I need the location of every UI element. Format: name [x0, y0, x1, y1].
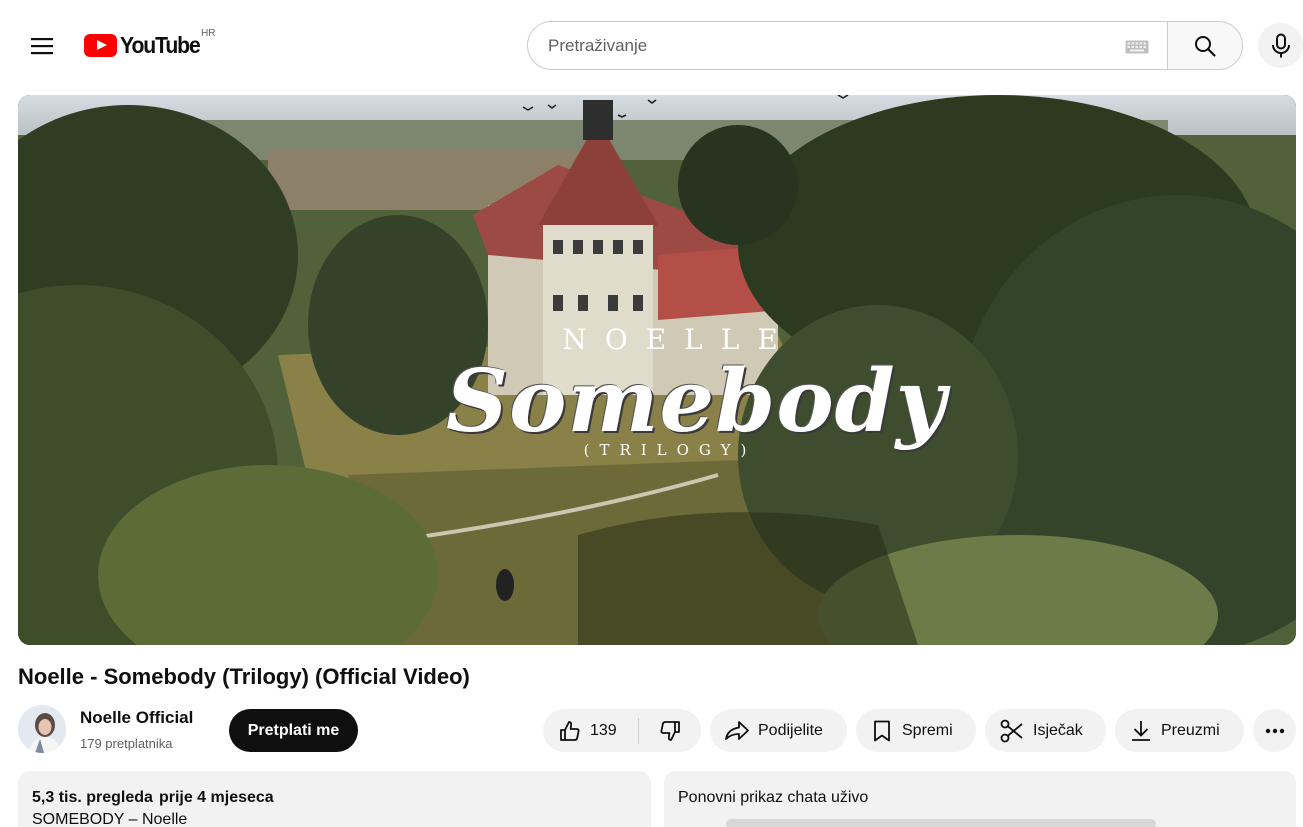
search-box — [527, 21, 1167, 70]
search-input[interactable] — [548, 35, 1108, 56]
view-count: 5,3 tis. pregleda — [32, 789, 153, 806]
video-frame-image — [18, 95, 1296, 645]
description-box[interactable]: 5,3 tis. pregleda prije 4 mjeseca SOMEBOD… — [18, 771, 651, 827]
search-icon — [1195, 35, 1216, 57]
dislike-button[interactable] — [639, 709, 701, 752]
subscribe-button[interactable]: Pretplati me — [229, 709, 358, 752]
view-info: 5,3 tis. pregleda prije 4 mjeseca — [32, 789, 637, 807]
clip-button[interactable]: Isječak — [985, 709, 1106, 752]
download-icon — [1132, 720, 1150, 741]
guide-menu-button[interactable] — [22, 26, 62, 66]
video-player[interactable]: NOELLE Somebody (TRILOGY) — [18, 95, 1296, 645]
more-horizontal-icon — [1265, 728, 1284, 733]
video-title: Noelle - Somebody (Trilogy) (Official Vi… — [18, 664, 470, 689]
voice-search-button[interactable] — [1258, 23, 1303, 68]
share-arrow-icon — [725, 720, 749, 740]
save-label: Spremi — [902, 721, 953, 739]
more-actions-button[interactable] — [1253, 709, 1296, 752]
avatar-image — [18, 705, 66, 753]
masthead: YouTube HR — [0, 0, 1303, 92]
youtube-logo[interactable]: YouTube — [84, 30, 207, 60]
thumbs-up-icon — [560, 720, 580, 741]
clip-label: Isječak — [1033, 721, 1083, 739]
chat-replay-title: Ponovni prikaz chata uživo — [678, 789, 869, 806]
share-button[interactable]: Podijelite — [710, 709, 847, 752]
upload-age: prije 4 mjeseca — [158, 789, 274, 806]
bookmark-icon — [874, 720, 890, 741]
like-button[interactable]: 139 — [543, 709, 638, 752]
country-code: HR — [201, 28, 216, 39]
download-button[interactable]: Preuzmi — [1115, 709, 1244, 752]
chat-preview-line — [726, 819, 1156, 827]
search-bar — [527, 21, 1243, 70]
subscriber-count: 179 pretplatnika — [80, 736, 173, 751]
description-first-line: SOMEBODY – Noelle — [32, 811, 188, 827]
search-button[interactable] — [1167, 21, 1243, 70]
youtube-play-icon — [84, 33, 117, 57]
channel-avatar[interactable] — [18, 705, 66, 753]
save-button[interactable]: Spremi — [856, 709, 976, 752]
download-label: Preuzmi — [1161, 721, 1220, 739]
hamburger-menu-icon — [31, 38, 53, 55]
scissors-icon — [1000, 719, 1023, 742]
logo-wordmark: YouTube — [120, 31, 201, 58]
keyboard-icon[interactable] — [1125, 40, 1149, 54]
share-label: Podijelite — [758, 721, 823, 739]
like-dislike-group: 139 — [543, 709, 701, 752]
live-chat-replay[interactable]: Ponovni prikaz chata uživo — [664, 771, 1296, 827]
thumbs-down-icon — [660, 720, 680, 741]
like-count: 139 — [590, 721, 617, 739]
microphone-icon — [1271, 33, 1290, 57]
channel-name[interactable]: Noelle Official — [80, 708, 193, 728]
